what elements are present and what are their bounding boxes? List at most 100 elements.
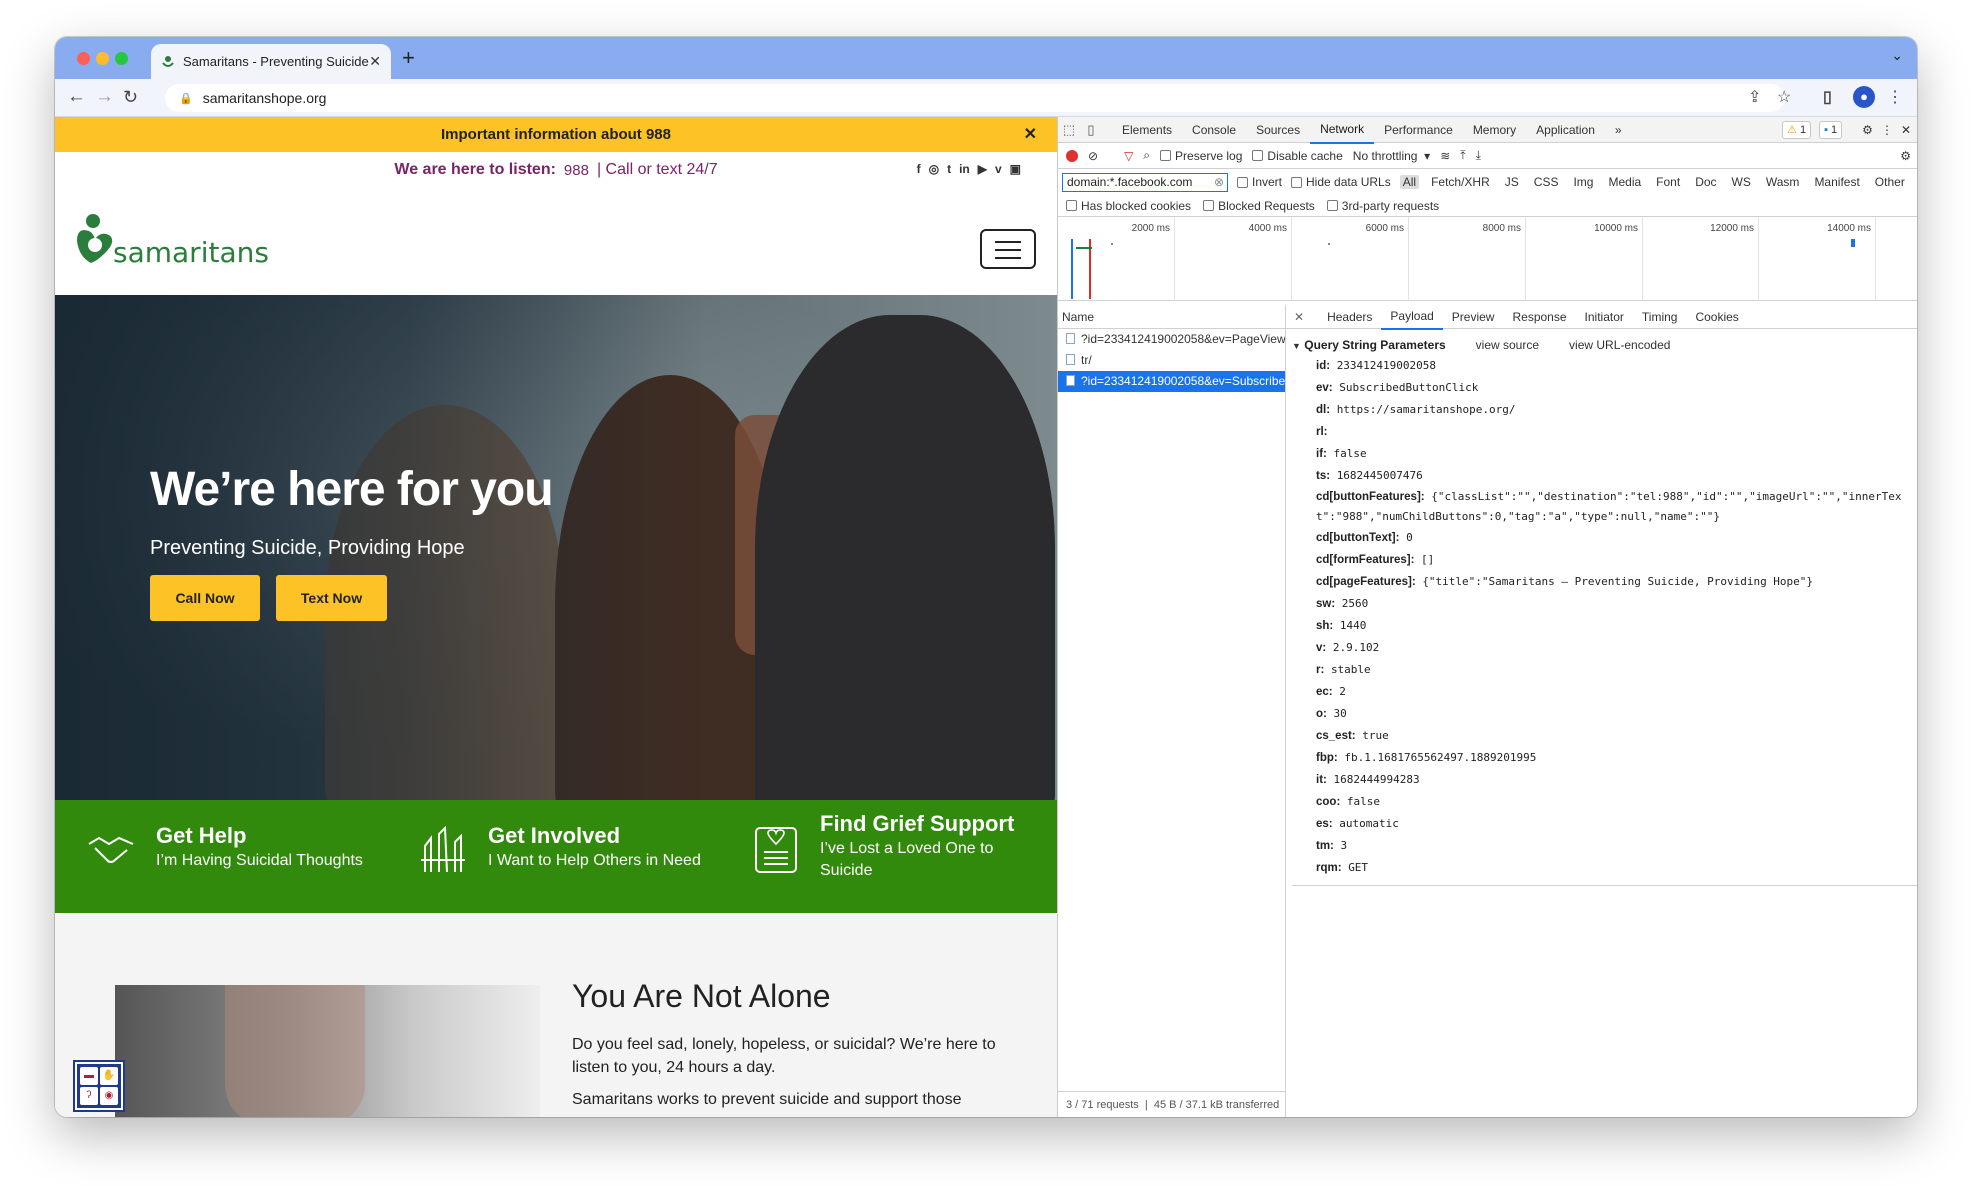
reload-icon[interactable]: ↻ xyxy=(123,86,138,108)
type-filter-js[interactable]: JS xyxy=(1502,175,1522,189)
side-panel-icon[interactable]: ▯ xyxy=(1823,87,1832,107)
linkedin-icon[interactable]: in xyxy=(959,162,970,176)
param-value: stable xyxy=(1330,663,1371,676)
tab-memory[interactable]: Memory xyxy=(1463,117,1526,143)
tab-timing[interactable]: Timing xyxy=(1633,305,1687,329)
clear-filter-icon[interactable]: ⊗ xyxy=(1214,174,1224,191)
back-icon[interactable]: ← xyxy=(67,86,86,108)
tab-response[interactable]: Response xyxy=(1503,305,1575,329)
network-conditions-icon[interactable]: ≋ xyxy=(1440,149,1450,163)
address-bar[interactable]: 🔒 samaritanshope.org xyxy=(165,84,1785,112)
browser-tab[interactable]: Samaritans - Preventing Suicide, Providi… xyxy=(151,44,391,79)
tab-application[interactable]: Application xyxy=(1526,117,1605,143)
tab-performance[interactable]: Performance xyxy=(1374,117,1463,143)
get-involved-link[interactable]: Get Involved I Want to Help Others in Ne… xyxy=(417,800,727,913)
preserve-log-checkbox[interactable]: Preserve log xyxy=(1160,149,1242,163)
tab-cookies[interactable]: Cookies xyxy=(1686,305,1747,329)
tab-initiator[interactable]: Initiator xyxy=(1576,305,1633,329)
messages-badge[interactable]: ▪ 1 xyxy=(1819,121,1843,139)
more-tabs-icon[interactable]: » xyxy=(1605,117,1632,143)
clear-icon[interactable]: ⊘ xyxy=(1088,149,1098,163)
network-toolbar: ⊘ ▽ ⌕ Preserve log Disable cache No thro… xyxy=(1058,143,1917,169)
info-banner[interactable]: Important information about 988 ✕ xyxy=(55,117,1057,152)
tab-preview[interactable]: Preview xyxy=(1443,305,1504,329)
call-now-button[interactable]: Call Now xyxy=(150,575,260,621)
request-row-selected[interactable]: ?id=233412419002058&ev=SubscribedButtonC… xyxy=(1058,371,1285,392)
inspect-element-icon[interactable]: ⬚ xyxy=(1058,122,1080,138)
request-row[interactable]: ?id=233412419002058&ev=PageView xyxy=(1058,329,1285,350)
hide-data-urls-checkbox[interactable]: Hide data URLs xyxy=(1291,175,1391,189)
type-filter-font[interactable]: Font xyxy=(1653,175,1683,189)
find-grief-support-link[interactable]: Find Grief Support I’ve Lost a Loved One… xyxy=(750,800,1050,913)
close-devtools-icon[interactable]: ✕ xyxy=(1901,123,1911,137)
request-row[interactable]: tr/ xyxy=(1058,350,1285,371)
tab-headers[interactable]: Headers xyxy=(1318,305,1381,329)
qsp-toggle[interactable]: ▼ Query String Parameters xyxy=(1292,338,1446,352)
warnings-badge[interactable]: ⚠ 1 xyxy=(1782,121,1812,139)
close-detail-icon[interactable]: ✕ xyxy=(1294,310,1304,324)
devtools-menu-icon[interactable]: ⋮ xyxy=(1881,123,1893,137)
tab-search-icon[interactable]: ⌄ xyxy=(1891,47,1903,64)
invert-checkbox[interactable]: Invert xyxy=(1237,175,1282,189)
tab-payload[interactable]: Payload xyxy=(1381,304,1443,330)
search-icon[interactable]: ⌕ xyxy=(1143,148,1150,163)
text-now-button[interactable]: Text Now xyxy=(276,575,387,621)
record-icon[interactable] xyxy=(1066,149,1078,162)
hotline-bar: We are here to listen: 988 | Call or tex… xyxy=(55,152,1057,188)
minimize-window-button[interactable] xyxy=(96,52,109,65)
throttling-select[interactable]: No throttling ▾ xyxy=(1353,149,1430,163)
menu-kebab-icon[interactable]: ⋮ xyxy=(1887,87,1903,107)
view-url-encoded-link[interactable]: view URL-encoded xyxy=(1569,338,1670,352)
export-har-icon[interactable]: ⤓ xyxy=(1476,148,1481,163)
zoom-window-button[interactable] xyxy=(115,52,128,65)
get-help-link[interactable]: Get Help I’m Having Suicidal Thoughts xyxy=(85,800,395,913)
hamburger-menu-button[interactable] xyxy=(980,229,1036,269)
type-filter-all[interactable]: All xyxy=(1399,175,1420,189)
device-toolbar-icon[interactable]: ▯ xyxy=(1080,122,1102,138)
third-party-checkbox[interactable]: 3rd-party requests xyxy=(1326,199,1439,213)
type-filter-css[interactable]: CSS xyxy=(1531,175,1562,189)
import-har-icon[interactable]: ⤒ xyxy=(1460,148,1465,163)
filter-input[interactable]: domain:*.facebook.com ⊗ xyxy=(1062,172,1228,192)
type-filter-manifest[interactable]: Manifest xyxy=(1811,175,1862,189)
blocked-requests-checkbox[interactable]: Blocked Requests xyxy=(1203,199,1315,213)
filter-icon[interactable]: ▽ xyxy=(1124,149,1133,163)
facebook-icon[interactable]: f xyxy=(917,162,921,176)
type-filter-wasm[interactable]: Wasm xyxy=(1763,175,1803,189)
bookmark-star-icon[interactable]: ☆ xyxy=(1777,87,1791,107)
samaritans-logo[interactable]: samaritans xyxy=(73,209,273,269)
share-icon[interactable]: ⇪ xyxy=(1748,87,1761,107)
twitter-icon[interactable]: t xyxy=(947,162,951,176)
type-filter-media[interactable]: Media xyxy=(1605,175,1644,189)
new-tab-button[interactable]: + xyxy=(402,45,415,71)
close-tab-icon[interactable]: ✕ xyxy=(369,53,381,70)
close-icon[interactable]: ✕ xyxy=(1024,117,1037,152)
profile-avatar[interactable]: ● xyxy=(1853,86,1875,108)
type-filter-img[interactable]: Img xyxy=(1570,175,1596,189)
name-column-header[interactable]: Name xyxy=(1058,305,1285,329)
forward-icon[interactable]: → xyxy=(95,86,114,108)
vimeo-icon[interactable]: v xyxy=(995,162,1002,176)
type-filter-doc[interactable]: Doc xyxy=(1692,175,1719,189)
param-row: rqm: GET xyxy=(1292,857,1917,879)
type-filter-fetch[interactable]: Fetch/XHR xyxy=(1428,175,1493,189)
disable-cache-checkbox[interactable]: Disable cache xyxy=(1252,149,1343,163)
network-settings-icon[interactable]: ⚙ xyxy=(1900,149,1911,163)
accessibility-widget[interactable]: ▬ ✋ ʔ ◉ xyxy=(73,1060,125,1112)
tab-sources[interactable]: Sources xyxy=(1246,117,1310,143)
type-filter-other[interactable]: Other xyxy=(1872,175,1908,189)
youtube-icon[interactable]: ▶ xyxy=(978,162,987,176)
network-overview-timeline[interactable]: 2000 ms 4000 ms 6000 ms 8000 ms 10000 ms… xyxy=(1058,217,1917,301)
flickr-icon[interactable]: ▣ xyxy=(1010,162,1021,176)
tab-network[interactable]: Network xyxy=(1310,116,1375,144)
tab-console[interactable]: Console xyxy=(1182,117,1246,143)
hotline-number-link[interactable]: 988 xyxy=(564,162,589,179)
tab-elements[interactable]: Elements xyxy=(1112,117,1182,143)
param-value: 233412419002058 xyxy=(1336,359,1437,372)
settings-gear-icon[interactable]: ⚙ xyxy=(1862,123,1873,137)
close-window-button[interactable] xyxy=(77,52,90,65)
blocked-cookies-checkbox[interactable]: Has blocked cookies xyxy=(1066,199,1191,213)
type-filter-ws[interactable]: WS xyxy=(1729,175,1754,189)
instagram-icon[interactable]: ◎ xyxy=(929,162,939,176)
view-source-link[interactable]: view source xyxy=(1476,338,1539,352)
